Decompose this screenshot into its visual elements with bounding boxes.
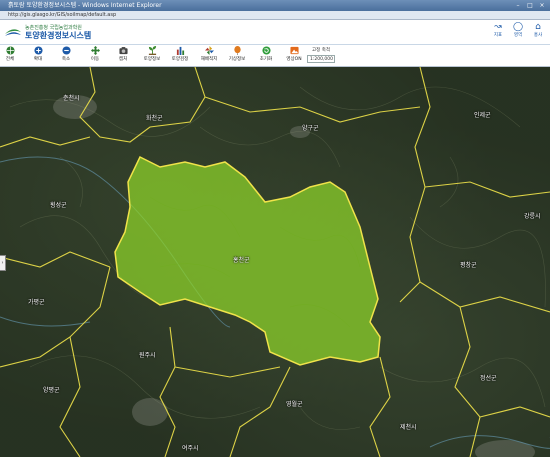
- tool-label: 영상ON: [286, 57, 302, 62]
- sidebar-toggle[interactable]: ›: [0, 255, 6, 271]
- tool-soil-info[interactable]: 토양정보: [143, 46, 161, 65]
- balloon-icon: [233, 46, 241, 55]
- move-icon: [90, 46, 100, 55]
- place-label[interactable]: 가평군: [28, 297, 45, 306]
- satellite-map[interactable]: 춘천시 화천군 양구군 인제군 홍천군 횡성군 가평군 강릉시 평창군 원주시 …: [0, 67, 550, 457]
- tool-label: 토양정보: [143, 57, 161, 62]
- refresh-icon: [261, 46, 271, 55]
- place-label[interactable]: 정선군: [480, 373, 497, 382]
- place-label[interactable]: 인제군: [474, 110, 491, 119]
- zoom-out-icon: [61, 46, 71, 55]
- header-buttons: ↝ 지표 ◯ 영역 ⌂ 홍사: [490, 22, 546, 42]
- tool-label: 축소: [61, 57, 71, 62]
- window-title: 흙토람 토양환경정보시스템 - Windows Internet Explore…: [8, 2, 162, 9]
- zoom-in-icon: [33, 46, 43, 55]
- bar-chart-icon: [176, 46, 184, 55]
- header-button-home[interactable]: ⌂ 홍사: [530, 22, 546, 42]
- minimize-icon[interactable]: –: [512, 0, 524, 11]
- map-toolbar: 전체 확대 축소 이동 캡처 토양정보 토양검정 재배적지 기상정보 초기화 영…: [0, 45, 550, 67]
- logo-mark-icon: [5, 29, 21, 36]
- place-label[interactable]: 화천군: [146, 113, 163, 122]
- header-button-label: 영역: [513, 33, 523, 38]
- logo-title: 토양환경정보시스템: [25, 31, 92, 40]
- tool-zoom-out[interactable]: 축소: [57, 46, 75, 65]
- place-label[interactable]: 원주시: [139, 350, 156, 359]
- tool-weather-info[interactable]: 기상정보: [228, 46, 246, 65]
- tool-label: 이동: [90, 57, 100, 62]
- place-label[interactable]: 평창군: [460, 260, 477, 269]
- scale-value: 1:200,000: [310, 57, 333, 62]
- pinwheel-icon: [204, 46, 214, 55]
- address-url[interactable]: http://gis.glasgo.kr/GIS/soilmap/default…: [8, 11, 116, 19]
- scale-control: 고정 축척 1:200,000: [307, 46, 335, 65]
- place-label[interactable]: 홍천군: [233, 255, 250, 264]
- place-label[interactable]: 여주시: [182, 443, 199, 452]
- tool-label: 초기화: [259, 57, 273, 62]
- tool-pan[interactable]: 이동: [86, 46, 104, 65]
- tool-full-extent[interactable]: 전체: [1, 46, 19, 65]
- camera-icon: [118, 47, 128, 55]
- scale-select[interactable]: 1:200,000: [307, 55, 335, 63]
- tool-soil-test[interactable]: 토양검정: [171, 46, 189, 65]
- tool-image-toggle[interactable]: 영상ON: [285, 46, 303, 65]
- chevron-right-icon: ›: [1, 260, 4, 266]
- image-toggle-icon: [289, 46, 299, 55]
- place-label[interactable]: 영월군: [286, 399, 303, 408]
- tool-label: 캡처: [118, 57, 128, 62]
- address-bar[interactable]: http://gis.glasgo.kr/GIS/soilmap/default…: [0, 11, 550, 20]
- tool-label: 확대: [33, 57, 43, 62]
- home-icon: ⌂: [535, 22, 541, 32]
- tool-label: 전체: [5, 57, 15, 62]
- place-label[interactable]: 횡성군: [50, 200, 67, 209]
- chart-icon: ↝: [494, 22, 502, 32]
- window-titlebar: 흙토람 토양환경정보시스템 - Windows Internet Explore…: [0, 0, 550, 11]
- header-button-area[interactable]: ◯ 영역: [510, 22, 526, 42]
- tool-capture[interactable]: 캡처: [114, 46, 132, 65]
- globe-icon: [5, 46, 15, 55]
- tool-label: 기상정보: [228, 57, 246, 62]
- close-icon[interactable]: ×: [536, 0, 548, 11]
- plant-icon: [148, 46, 156, 55]
- header-button-index[interactable]: ↝ 지표: [490, 22, 506, 42]
- tool-crop-suitability[interactable]: 재배적지: [200, 46, 218, 65]
- tool-label: 재배적지: [200, 57, 218, 62]
- place-label[interactable]: 제천시: [400, 422, 417, 431]
- header-button-label: 홍사: [533, 33, 543, 38]
- location-icon: ◯: [512, 22, 524, 32]
- tool-reset[interactable]: 초기화: [257, 46, 275, 65]
- place-label[interactable]: 양평군: [43, 385, 60, 394]
- place-label[interactable]: 춘천시: [63, 93, 80, 102]
- header-button-label: 지표: [493, 33, 503, 38]
- place-label[interactable]: 강릉시: [524, 211, 541, 220]
- app-header: 농촌진흥청 국립농업과학원 토양환경정보시스템 ↝ 지표 ◯ 영역 ⌂ 홍사: [0, 20, 550, 45]
- tool-label: 토양검정: [171, 57, 189, 62]
- tool-zoom-in[interactable]: 확대: [29, 46, 47, 65]
- place-label[interactable]: 양구군: [302, 123, 319, 132]
- maximize-icon[interactable]: □: [524, 0, 536, 11]
- window-controls: – □ ×: [512, 0, 548, 11]
- scale-label: 고정 축척: [312, 48, 330, 53]
